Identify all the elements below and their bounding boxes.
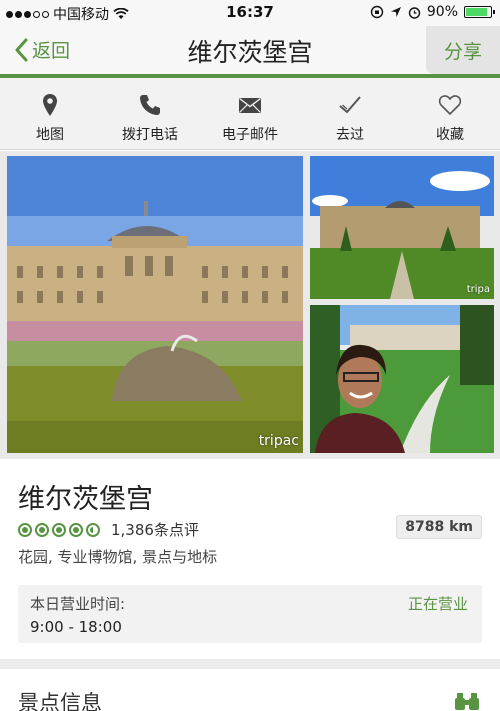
review-count[interactable]: 1,386条点评 [111,519,199,540]
map-action[interactable]: 地图 [0,78,100,150]
share-button[interactable]: 分享 [426,26,500,74]
side-photo-bottom[interactable] [310,305,494,453]
rating-bubble-icon [69,522,83,537]
watermark-small: tripa [466,284,490,295]
opening-hours[interactable]: 本日营业时间: 正在营业 9:00 - 18:00 [18,585,482,643]
call-action[interactable]: 拨打电话 [100,78,200,150]
email-action[interactable]: 电子邮件 [200,78,300,150]
phone-icon [140,95,160,115]
place-info: 维尔茨堡宫 1,386条点评 8788 km 花园, 专业博物馆, 景点与地标 … [0,459,500,659]
status-icons: 90% [370,4,495,20]
side-photo-top[interactable]: tripa [310,156,494,299]
rating-bubble-icon [52,522,66,537]
map-pin-icon [43,94,57,116]
orientation-lock-icon [370,5,384,19]
rating[interactable]: 1,386条点评 [18,519,199,540]
status-bar: 中国移动 16:37 90% [0,0,500,26]
watermark: tripac [258,433,299,449]
map-label: 地图 [36,127,64,143]
section-title: 景点信息 [18,691,102,711]
alarm-icon [408,6,421,19]
place-categories: 花园, 专业博物馆, 景点与地标 [18,548,218,566]
hours-label: 本日营业时间: [30,595,126,613]
page-title: 维尔茨堡宫 [187,38,313,67]
location-arrow-icon [390,7,401,17]
palace-fountain-image [7,156,303,453]
rating-bubble-icon [18,522,32,537]
share-label: 分享 [443,40,482,63]
binoculars-icon [455,693,479,710]
email-label: 电子邮件 [222,127,278,143]
rating-bubble-icon [35,522,49,537]
save-action[interactable]: 收藏 [400,78,500,150]
hours-time: 9:00 - 18:00 [30,618,122,636]
place-title: 维尔茨堡宫 [18,484,153,515]
battery-percent: 90% [426,4,458,20]
check-icon [339,96,361,114]
heart-icon [438,95,462,116]
palace-garden-image [310,156,494,299]
photo-gallery: tripac tripa [0,151,500,459]
navigation-bar: 返回 维尔茨堡宫 分享 [0,26,500,74]
rating-half-bubble-icon [86,522,100,537]
open-status: 正在营业 [407,595,468,613]
save-label: 收藏 [436,127,464,143]
been-there-action[interactable]: 去过 [300,78,400,150]
attraction-info-section[interactable]: 景点信息 [0,669,500,711]
main-photo[interactable]: tripac [7,156,303,453]
visitor-selfie-image [310,305,494,453]
mail-icon [239,97,261,113]
distance-badge: 8788 km [396,515,482,539]
section-divider [0,659,500,669]
battery-icon [464,6,495,18]
action-bar: 地图 拨打电话 电子邮件 去过 收藏 [0,78,500,150]
been-there-label: 去过 [336,127,364,143]
call-label: 拨打电话 [122,127,178,143]
